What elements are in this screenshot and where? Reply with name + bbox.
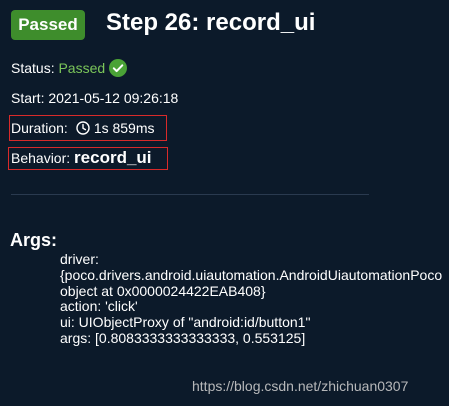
status-label: Status: (11, 60, 59, 76)
args-list: driver: {poco.drivers.android.uiautomati… (60, 252, 449, 347)
step-title: Step 26: record_ui (106, 9, 316, 36)
arg-line: driver: (60, 252, 99, 267)
status-value: Passed (58, 60, 106, 76)
arg-line: action: 'click' (60, 298, 138, 315)
clock-icon (76, 120, 90, 135)
arg-line: {poco.drivers.android.uiautomation.Andro… (60, 266, 443, 283)
args-heading: Args: (10, 230, 58, 250)
passed-badge: Passed (11, 10, 85, 40)
watermark: https://blog.csdn.net/zhichuan0307 (192, 378, 409, 394)
duration-row: Duration: 1s 859ms (11, 118, 155, 138)
behavior-row: Behavior: record_ui (11, 148, 152, 168)
step-report-panel: Passed Step 26: record_ui Status: Passed… (0, 0, 449, 406)
arg-line: object at 0x0000024422EAB408} (60, 282, 266, 299)
status-row: Status: Passed (11, 58, 128, 78)
duration-label: Duration: (11, 120, 68, 136)
behavior-label: Behavior: (11, 150, 75, 166)
arg-line: ui: UIObjectProxy of "android:id/button1… (60, 314, 311, 331)
behavior-value: record_ui (74, 148, 152, 167)
start-time: Start: 2021-05-12 09:26:18 (11, 90, 179, 106)
check-circle-icon (109, 59, 128, 77)
duration-value: 1s 859ms (93, 120, 155, 136)
arg-line: args: [0.8083333333333333, 0.553125] (60, 329, 306, 346)
section-divider (11, 194, 369, 195)
